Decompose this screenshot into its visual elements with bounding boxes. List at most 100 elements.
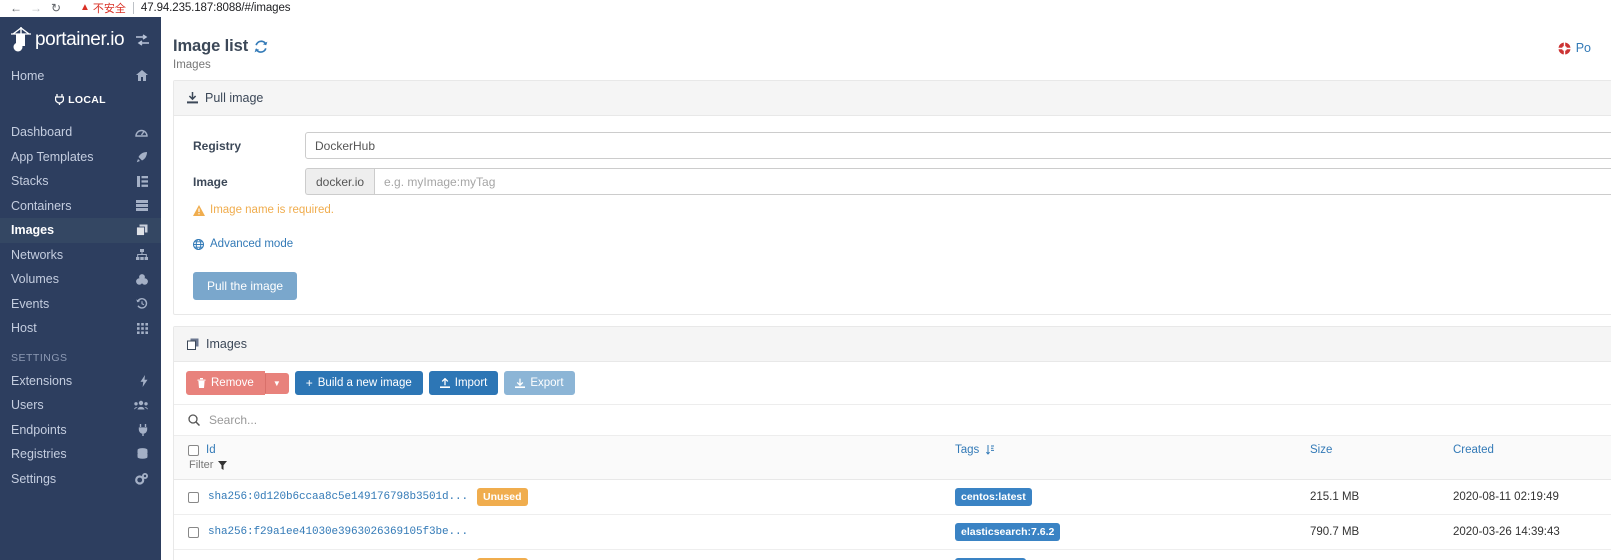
brand-header[interactable]: portainer.io [0, 17, 161, 63]
sidebar-item-dashboard[interactable]: Dashboard [0, 120, 161, 145]
sidebar-item-images[interactable]: Images [0, 218, 161, 243]
images-table: Id Filter Tags Size Created sha256:0d120… [174, 436, 1611, 560]
pull-image-panel-body: Registry Image docker.io Image name is r… [174, 116, 1611, 314]
download-icon [515, 378, 526, 388]
page-title-text: Image list [173, 37, 249, 55]
remove-dropdown-toggle[interactable]: ▼ [264, 372, 289, 394]
column-header-id-inner: Id [188, 444, 943, 456]
sidebar-item-label: Images [11, 223, 55, 238]
portainer-logo-icon [8, 25, 34, 55]
table-row[interactable]: sha256:08393e824c32d456ff69aec72c64d1...… [174, 549, 1611, 560]
sidebar-item-endpoints[interactable]: Endpoints [0, 418, 161, 443]
import-button[interactable]: Import [428, 371, 499, 395]
volumes-icon [136, 273, 148, 285]
images-panel-header: Images [174, 327, 1611, 362]
header-help-label: Po [1575, 41, 1591, 55]
refresh-icon[interactable] [254, 39, 268, 54]
tag-badge: centos:latest [955, 488, 1032, 506]
sidebar-item-home[interactable]: Home [0, 63, 161, 88]
column-header-tags[interactable]: Tags [949, 436, 1304, 480]
pull-image-panel-header: Pull image [174, 81, 1611, 116]
forward-arrow-icon[interactable]: → [26, 0, 46, 16]
sidebar-item-label: Endpoints [11, 422, 67, 437]
image-id-link[interactable]: sha256:0d120b6ccaa8c5e149176798b3501d... [208, 491, 468, 503]
column-header-size[interactable]: Size [1304, 436, 1447, 480]
header-help-link[interactable]: Po [1558, 37, 1591, 55]
id-filter-toggle[interactable]: Filter [188, 459, 943, 471]
sidebar-item-users[interactable]: Users [0, 393, 161, 418]
reload-icon[interactable]: ↻ [46, 0, 66, 16]
address-bar-url[interactable]: 47.94.235.187:8088/#/images [141, 2, 291, 14]
security-indicator[interactable]: ▲ 不安全 [80, 0, 126, 16]
page-title: Image list [173, 37, 268, 56]
remove-button[interactable]: Remove [186, 371, 265, 395]
image-row: Image docker.io [174, 168, 1611, 195]
host-grid-icon [137, 322, 148, 334]
image-validation-message: Image name is required. [174, 204, 1611, 216]
download-icon [187, 92, 198, 104]
row-select-checkbox[interactable] [188, 526, 199, 538]
dashboard-icon [135, 127, 148, 138]
cell-tags: nginx:latest [949, 549, 1304, 560]
export-button[interactable]: Export [504, 371, 575, 395]
sidebar-item-label: Settings [11, 471, 57, 486]
column-header-id[interactable]: Id Filter [174, 436, 949, 480]
sidebar-item-app-templates[interactable]: App Templates [0, 145, 161, 170]
image-input-group: docker.io [305, 168, 1611, 195]
back-arrow-icon[interactable]: ← [6, 0, 26, 16]
cell-tags: elasticsearch:7.6.2 [949, 514, 1304, 550]
sidebar-toggle-icon[interactable] [135, 33, 150, 47]
security-label: 不安全 [92, 3, 126, 15]
sidebar-item-containers[interactable]: Containers [0, 194, 161, 219]
build-new-image-button[interactable]: + Build a new image [294, 371, 423, 395]
pull-image-panel: Pull image Registry Image docker.io [173, 80, 1611, 315]
table-row[interactable]: sha256:f29a1ee41030e3963026369105f3be...… [174, 514, 1611, 550]
cell-size: 132.5 MB [1304, 549, 1447, 560]
sidebar-item-registries[interactable]: Registries [0, 442, 161, 467]
sidebar-item-volumes[interactable]: Volumes [0, 267, 161, 292]
sidebar-item-label: App Templates [11, 149, 94, 164]
sidebar-item-label: Events [11, 296, 50, 311]
cell-created: 2020-03-26 14:39:43 [1447, 514, 1611, 550]
sidebar-endpoint-local[interactable]: LOCAL [0, 88, 161, 111]
cell-id: sha256:f29a1ee41030e3963026369105f3be... [174, 514, 949, 550]
export-button-label: Export [530, 377, 564, 389]
sidebar-item-networks[interactable]: Networks [0, 243, 161, 268]
bolt-icon [140, 374, 148, 387]
table-header-row: Id Filter Tags Size Created [174, 436, 1611, 480]
image-id-link[interactable]: sha256:f29a1ee41030e3963026369105f3be... [208, 526, 468, 538]
main-content: Image list Images Po Pull image Registry… [161, 17, 1611, 560]
advanced-mode-toggle[interactable]: Advanced mode [174, 238, 1611, 250]
funnel-icon [218, 460, 228, 470]
cell-id: sha256:08393e824c32d456ff69aec72c64d1...… [174, 549, 949, 560]
sidebar-item-host[interactable]: Host [0, 316, 161, 341]
breadcrumb: Images [173, 59, 211, 71]
globe-icon [193, 238, 204, 250]
lifebuoy-icon [1558, 42, 1571, 55]
sidebar-item-stacks[interactable]: Stacks [0, 169, 161, 194]
stacks-icon [137, 175, 148, 187]
rocket-icon [136, 151, 148, 163]
row-select-checkbox[interactable] [188, 491, 199, 503]
page-title-wrap: Image list Images [173, 37, 268, 71]
cell-id: sha256:0d120b6ccaa8c5e149176798b3501d...… [174, 479, 949, 515]
sidebar-item-settings[interactable]: Settings [0, 467, 161, 492]
table-row[interactable]: sha256:0d120b6ccaa8c5e149176798b3501d...… [174, 479, 1611, 515]
search-input[interactable] [209, 413, 1611, 427]
column-header-created[interactable]: Created [1447, 436, 1611, 480]
select-all-checkbox[interactable] [188, 444, 199, 456]
database-icon [137, 448, 148, 460]
sidebar-item-extensions[interactable]: Extensions [0, 369, 161, 394]
sidebar-item-events[interactable]: Events [0, 292, 161, 317]
image-name-input[interactable] [374, 168, 1611, 195]
plug-icon [55, 94, 65, 105]
registry-select[interactable] [305, 132, 1611, 159]
column-header-size-label: Size [1310, 444, 1333, 456]
browser-toolbar: ← → ↻ ▲ 不安全 47.94.235.187:8088/#/images [0, 0, 1611, 17]
pull-the-image-button[interactable]: Pull the image [193, 272, 298, 300]
image-registry-addon: docker.io [305, 168, 375, 195]
home-icon [136, 70, 148, 81]
cell-size: 215.1 MB [1304, 479, 1447, 515]
status-badge: Unused [477, 488, 528, 506]
